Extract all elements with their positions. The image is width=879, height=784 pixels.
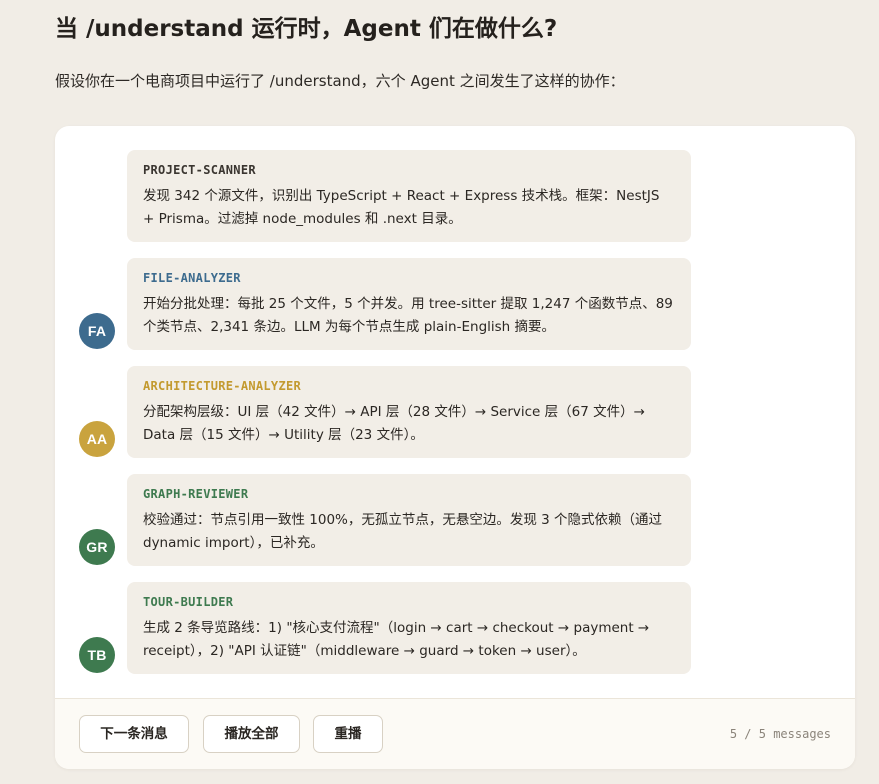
agent-chat-card: PROJECT-SCANNER 发现 342 个源文件，识别出 TypeScri…	[55, 126, 855, 769]
message-text: 分配架构层级：UI 层（42 文件）→ API 层（28 文件）→ Servic…	[143, 404, 645, 443]
sender-name: FILE-ANALYZER	[143, 271, 241, 285]
avatar: FA	[79, 313, 115, 349]
message-bubble: FILE-ANALYZER 开始分批处理：每批 25 个文件，5 个并发。用 t…	[127, 258, 691, 350]
message-text: 校验通过：节点引用一致性 100%，无孤立节点，无悬空边。发现 3 个隐式依赖（…	[143, 512, 663, 551]
message-file-analyzer: FA FILE-ANALYZER 开始分批处理：每批 25 个文件，5 个并发。…	[55, 258, 855, 350]
intro-text: 假设你在一个电商项目中运行了 /understand，六个 Agent 之间发生…	[55, 72, 625, 90]
sender-name: GRAPH-REVIEWER	[143, 487, 249, 501]
message-feed: PROJECT-SCANNER 发现 342 个源文件，识别出 TypeScri…	[55, 126, 855, 698]
page-heading: 当 /understand 运行时，Agent 们在做什么?	[55, 16, 558, 42]
message-counter: 5 / 5 messages	[729, 727, 831, 741]
sender-name: TOUR-BUILDER	[143, 595, 234, 609]
play-all-button[interactable]: 播放全部	[203, 715, 300, 753]
message-bubble: ARCHITECTURE-ANALYZER 分配架构层级：UI 层（42 文件）…	[127, 366, 691, 458]
message-architecture-analyzer: AA ARCHITECTURE-ANALYZER 分配架构层级：UI 层（42 …	[55, 366, 855, 458]
message-text: 生成 2 条导览路线：1) "核心支付流程"（login → cart → ch…	[143, 620, 650, 659]
message-text: 开始分批处理：每批 25 个文件，5 个并发。用 tree-sitter 提取 …	[143, 296, 673, 335]
playback-controls: 下一条消息 播放全部 重播 5 / 5 messages	[55, 698, 855, 769]
sender-name: PROJECT-SCANNER	[143, 163, 256, 177]
message-project-scanner: PROJECT-SCANNER 发现 342 个源文件，识别出 TypeScri…	[55, 150, 855, 242]
message-tour-builder: TB TOUR-BUILDER 生成 2 条导览路线：1) "核心支付流程"（l…	[55, 582, 855, 674]
avatar: GR	[79, 529, 115, 565]
avatar: AA	[79, 421, 115, 457]
message-bubble: TOUR-BUILDER 生成 2 条导览路线：1) "核心支付流程"（logi…	[127, 582, 691, 674]
message-bubble: PROJECT-SCANNER 发现 342 个源文件，识别出 TypeScri…	[127, 150, 691, 242]
avatar: TB	[79, 637, 115, 673]
replay-button[interactable]: 重播	[313, 715, 383, 753]
next-message-button[interactable]: 下一条消息	[79, 715, 189, 753]
message-graph-reviewer: GR GRAPH-REVIEWER 校验通过：节点引用一致性 100%，无孤立节…	[55, 474, 855, 566]
message-bubble: GRAPH-REVIEWER 校验通过：节点引用一致性 100%，无孤立节点，无…	[127, 474, 691, 566]
sender-name: ARCHITECTURE-ANALYZER	[143, 379, 302, 393]
message-text: 发现 342 个源文件，识别出 TypeScript + React + Exp…	[143, 188, 660, 227]
